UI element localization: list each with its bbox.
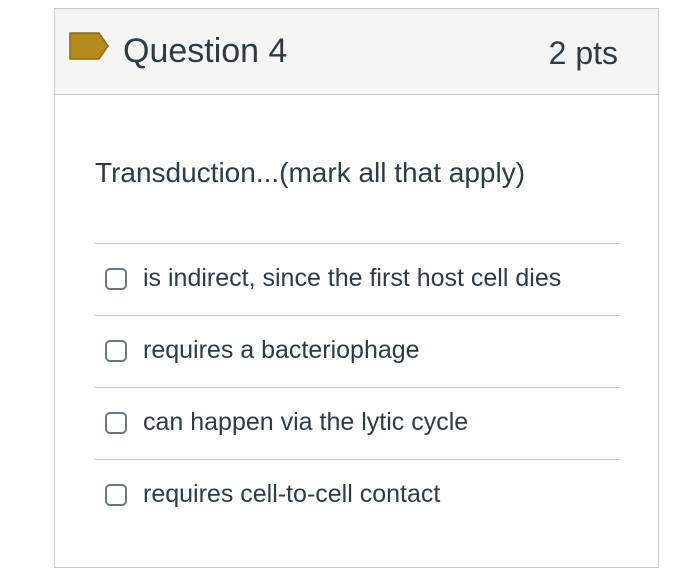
answer-option[interactable]: can happen via the lytic cycle	[95, 387, 621, 459]
answer-label[interactable]: requires a bacteriophage	[143, 334, 420, 366]
flag-icon[interactable]	[69, 32, 109, 60]
answer-checkbox[interactable]	[105, 484, 127, 506]
answer-checkbox[interactable]	[105, 268, 127, 290]
answer-checkbox[interactable]	[105, 412, 127, 434]
answer-list: is indirect, since the first host cell d…	[95, 243, 621, 531]
question-text: Transduction...(mark all that apply)	[95, 157, 526, 188]
answer-option[interactable]: is indirect, since the first host cell d…	[95, 243, 621, 315]
answer-option[interactable]: requires cell-to-cell contact	[95, 459, 621, 531]
answer-label[interactable]: is indirect, since the first host cell d…	[143, 262, 561, 294]
answer-checkbox[interactable]	[105, 340, 127, 362]
question-card: Question 4 2 pts Transduction...(mark al…	[54, 8, 659, 568]
question-points: 2 pts	[548, 35, 618, 71]
question-header: Question 4 2 pts	[55, 9, 658, 95]
question-title: Question 4	[123, 32, 288, 70]
answer-label[interactable]: requires cell-to-cell contact	[143, 478, 440, 510]
answer-label[interactable]: can happen via the lytic cycle	[143, 406, 468, 438]
answer-option[interactable]: requires a bacteriophage	[95, 315, 621, 387]
